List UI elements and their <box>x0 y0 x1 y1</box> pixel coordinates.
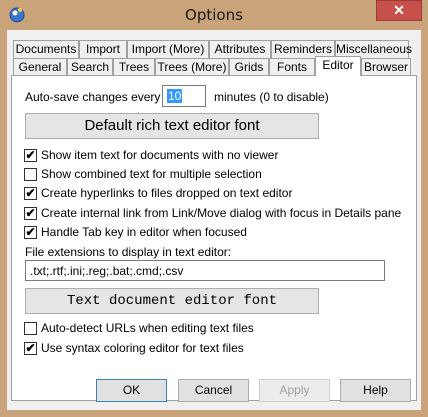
autosave-minutes-input[interactable]: 10 <box>162 85 206 107</box>
checkbox-label: Show item text for documents with no vie… <box>41 148 279 162</box>
editor-panel: Auto-save changes every 10 minutes (0 to… <box>11 75 417 401</box>
tab-documents[interactable]: Documents <box>13 40 79 58</box>
tab-label: Trees <box>118 60 150 74</box>
options-window: Options ✕ Documents Import Import (More)… <box>0 0 428 417</box>
dialog-client: Documents Import Import (More) Attribute… <box>7 30 421 410</box>
tab-label: Search <box>70 60 110 74</box>
tab-grids[interactable]: Grids <box>229 58 269 76</box>
tab-label: Reminders <box>273 42 333 56</box>
tab-trees-more[interactable]: Trees (More) <box>155 58 229 76</box>
tab-label: Import (More) <box>131 42 205 56</box>
autosave-suffix: minutes (0 to disable) <box>214 90 329 104</box>
tab-label: Miscellaneous <box>336 42 413 56</box>
tab-label: Grids <box>234 60 264 74</box>
help-button[interactable]: Help <box>340 379 411 402</box>
close-icon: ✕ <box>393 2 405 18</box>
checkbox-syntax-coloring[interactable]: ✔ <box>24 342 37 355</box>
extensions-input[interactable]: .txt;.rtf;.ini;.reg;.bat;.cmd;.csv <box>25 260 385 281</box>
extensions-label: File extensions to display in text edito… <box>25 245 232 259</box>
tab-browser[interactable]: Browser <box>361 58 411 76</box>
close-button[interactable]: ✕ <box>376 0 422 21</box>
text-font-button[interactable]: Text document editor font <box>25 288 319 314</box>
checkbox-auto-detect-urls[interactable] <box>24 322 37 335</box>
checkbox-show-item-text[interactable]: ✔ <box>24 149 37 162</box>
checkbox-handle-tab-key[interactable]: ✔ <box>24 226 37 239</box>
checkbox-show-combined-text[interactable] <box>24 168 37 181</box>
tab-attributes[interactable]: Attributes <box>209 40 271 58</box>
apply-button[interactable]: Apply <box>259 379 330 402</box>
checkbox-create-internal-link[interactable]: ✔ <box>24 207 37 220</box>
tab-label: Documents <box>15 42 77 56</box>
tab-editor[interactable]: Editor <box>315 56 361 76</box>
checkbox-label: Use syntax coloring editor for text file… <box>41 341 244 355</box>
autosave-minutes-value: 10 <box>167 89 183 103</box>
tab-general[interactable]: General <box>13 58 67 76</box>
tab-fonts[interactable]: Fonts <box>269 58 315 76</box>
tab-label: General <box>18 60 62 74</box>
tab-label: Browser <box>363 60 408 74</box>
tab-import-more[interactable]: Import (More) <box>127 40 209 58</box>
tab-label: Attributes <box>214 42 266 56</box>
cancel-button[interactable]: Cancel <box>178 379 249 402</box>
checkbox-label: Auto-detect URLs when editing text files <box>41 321 254 335</box>
title-bar: Options ✕ <box>0 0 428 30</box>
checkbox-label: Create internal link from Link/Move dial… <box>41 206 402 220</box>
checkbox-create-hyperlinks[interactable]: ✔ <box>24 187 37 200</box>
tab-label: Trees (More) <box>157 60 227 74</box>
rich-text-font-button[interactable]: Default rich text editor font <box>25 113 319 139</box>
checkbox-label: Handle Tab key in editor when focused <box>41 225 247 239</box>
ok-button[interactable]: OK <box>96 379 167 402</box>
tab-label: Editor <box>322 58 354 72</box>
window-title: Options <box>185 6 243 24</box>
tab-search[interactable]: Search <box>67 58 113 76</box>
checkbox-label: Create hyperlinks to files dropped on te… <box>41 186 293 200</box>
tab-trees[interactable]: Trees <box>113 58 155 76</box>
tab-label: Fonts <box>276 60 307 74</box>
tab-label: Import <box>85 42 120 56</box>
checkbox-label: Show combined text for multiple selectio… <box>41 167 262 181</box>
autosave-label: Auto-save changes every <box>25 90 161 104</box>
tab-import[interactable]: Import <box>79 40 127 58</box>
